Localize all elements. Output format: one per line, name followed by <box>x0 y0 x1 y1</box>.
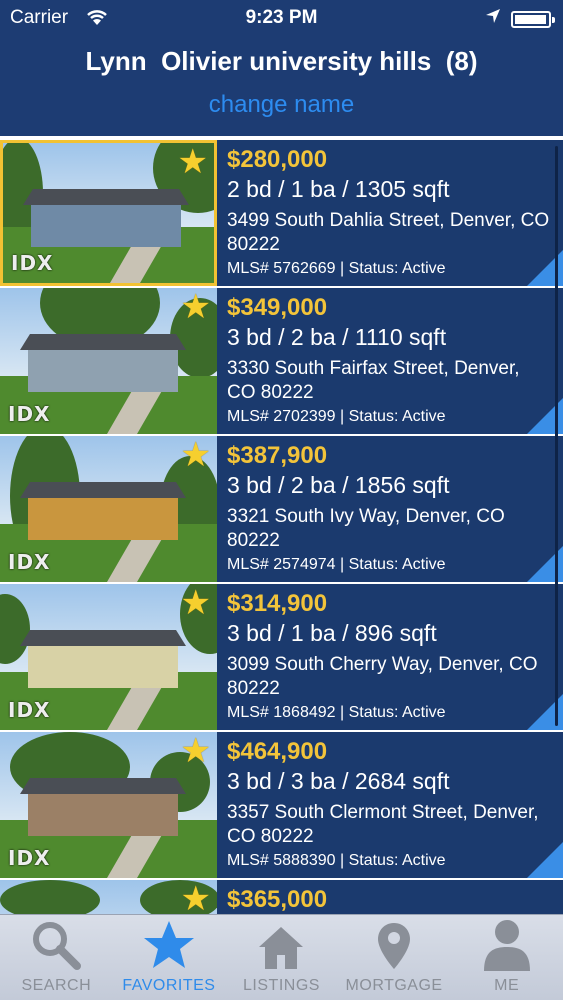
listing-price: $365,000 <box>227 886 328 913</box>
listing-price: $349,000 <box>227 294 328 321</box>
listing-specs: 2 bd / 1 ba / 1305 sqft <box>227 176 450 202</box>
listing-row[interactable]: IDX ★ $314,900 3 bd / 1 ba / 896 sqft 3099 S… <box>0 584 563 732</box>
location-pin-icon <box>338 915 451 973</box>
favorites-list[interactable]: IDX ★ $280,000 2 bd / 1 ba / 1305 sqft 3499 … <box>0 140 563 914</box>
idx-logo: IDX <box>8 698 51 722</box>
listing-mls-status: MLS# 5762669 | Status: Active <box>227 260 446 277</box>
tab-mortgage[interactable]: MORTGAGE <box>338 915 451 1000</box>
tab-label: LISTINGS <box>243 977 320 994</box>
idx-logo: IDX <box>11 251 54 275</box>
scrollbar[interactable] <box>555 146 558 726</box>
listing-address: 3357 South Clermont Street, Denver, CO 8… <box>227 802 539 847</box>
listing-row[interactable]: IDX ★ $349,000 3 bd / 2 ba / 1110 sqft 3330 … <box>0 288 563 436</box>
listing-info: $365,000 <box>217 880 563 914</box>
favorite-star-icon[interactable]: ★ <box>181 290 211 324</box>
favorite-star-icon[interactable]: ★ <box>178 145 208 179</box>
listing-row[interactable]: IDX ★ $387,900 3 bd / 2 ba / 1856 sqft 3321 … <box>0 436 563 584</box>
listing-mls-status: MLS# 1868492 | Status: Active <box>227 704 446 721</box>
search-icon <box>0 915 113 973</box>
listing-photo: IDX ★ <box>0 288 217 434</box>
listing-row[interactable]: IDX ★ $464,900 3 bd / 3 ba / 2684 sqft 3357 … <box>0 732 563 880</box>
listing-price: $387,900 <box>227 442 328 469</box>
idx-logo: IDX <box>8 402 51 426</box>
favorite-star-icon[interactable]: ★ <box>181 734 211 768</box>
listing-specs: 3 bd / 3 ba / 2684 sqft <box>227 768 450 794</box>
tab-favorites[interactable]: FAVORITES <box>113 915 226 1000</box>
listing-row[interactable]: IDX★ $365,000 <box>0 880 563 914</box>
tab-label: MORTGAGE <box>345 977 443 994</box>
listing-info: $280,000 2 bd / 1 ba / 1305 sqft 3499 Sout… <box>217 140 563 286</box>
listing-photo: IDX ★ <box>0 732 217 878</box>
listing-info: $387,900 3 bd / 2 ba / 1856 sqft 3321 Sout… <box>217 436 563 582</box>
tab-label: ME <box>494 977 520 994</box>
idx-logo: IDX <box>8 550 51 574</box>
tab-me[interactable]: ME <box>450 915 563 1000</box>
listing-address: 3321 South Ivy Way, Denver, CO 80222 <box>227 506 505 551</box>
idx-logo: IDX <box>8 846 51 870</box>
listing-address: 3099 South Cherry Way, Denver, CO 80222 <box>227 654 538 699</box>
listing-photo: IDX ★ <box>0 584 217 730</box>
listing-photo: IDX ★ <box>0 140 217 286</box>
favorite-star-icon[interactable]: ★ <box>181 586 211 620</box>
clock: 9:23 PM <box>245 7 318 28</box>
star-icon <box>113 915 226 973</box>
listing-price: $314,900 <box>227 590 328 617</box>
tab-label: FAVORITES <box>122 977 216 994</box>
listing-mls-status: MLS# 2574974 | Status: Active <box>227 556 446 573</box>
favorite-star-icon[interactable]: ★ <box>181 882 211 914</box>
listing-mls-status: MLS# 2702399 | Status: Active <box>227 408 446 425</box>
listing-price: $280,000 <box>227 146 328 173</box>
listing-info: $349,000 3 bd / 2 ba / 1110 sqft 3330 Sout… <box>217 288 563 434</box>
nav-header: Lynn Olivier university hills (8) change… <box>0 36 563 136</box>
tab-listings[interactable]: LISTINGS <box>225 915 338 1000</box>
tab-search[interactable]: SEARCH <box>0 915 113 1000</box>
favorite-star-icon[interactable]: ★ <box>181 438 211 472</box>
listing-specs: 3 bd / 2 ba / 1110 sqft <box>227 324 447 350</box>
location-arrow-icon <box>485 8 501 30</box>
page-title: Lynn Olivier university hills (8) <box>85 46 478 76</box>
corner-indicator <box>527 842 563 878</box>
listing-photo: IDX ★ <box>0 436 217 582</box>
person-icon <box>450 915 563 973</box>
listing-info: $314,900 3 bd / 1 ba / 896 sqft 3099 South… <box>217 584 563 730</box>
listing-address: 3499 South Dahlia Street, Denver, CO 802… <box>227 210 550 255</box>
house-icon <box>225 915 338 973</box>
listing-row[interactable]: IDX ★ $280,000 2 bd / 1 ba / 1305 sqft 3499 … <box>0 140 563 288</box>
listing-photo: IDX★ <box>0 880 217 914</box>
listing-price: $464,900 <box>227 738 328 765</box>
listing-specs: 3 bd / 1 ba / 896 sqft <box>227 620 437 646</box>
tab-label: SEARCH <box>21 977 92 994</box>
listing-specs: 3 bd / 2 ba / 1856 sqft <box>227 472 450 498</box>
battery-icon <box>511 11 555 28</box>
tab-bar: SEARCH FAVORITES LISTINGS MORTGAGE ME <box>0 914 563 1000</box>
listing-mls-status: MLS# 5888390 | Status: Active <box>227 852 446 869</box>
change-name-link[interactable]: change name <box>0 91 563 119</box>
status-bar: Carrier 9:23 PM <box>0 0 563 36</box>
listing-info: $464,900 3 bd / 3 ba / 2684 sqft 3357 Sout… <box>217 732 563 878</box>
listing-address: 3330 South Fairfax Street, Denver, CO 80… <box>227 358 520 403</box>
